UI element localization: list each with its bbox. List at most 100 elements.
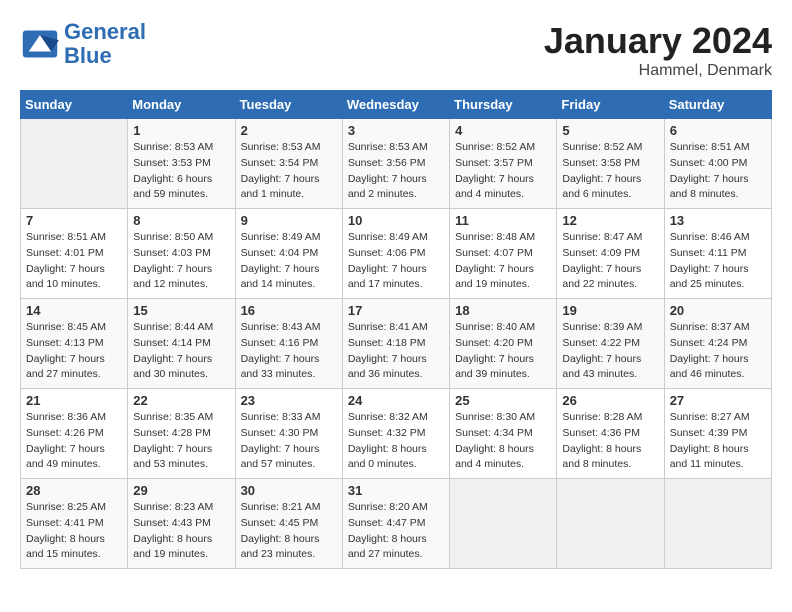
calendar-cell: 25 Sunrise: 8:30 AMSunset: 4:34 PMDayligh… <box>450 389 557 479</box>
day-info: Sunrise: 8:36 AMSunset: 4:26 PMDaylight:… <box>26 410 122 473</box>
calendar-week-row: 21 Sunrise: 8:36 AMSunset: 4:26 PMDayligh… <box>21 389 772 479</box>
calendar-cell: 31 Sunrise: 8:20 AMSunset: 4:47 PMDayligh… <box>342 479 449 569</box>
day-number: 8 <box>133 213 229 228</box>
title-block: January 2024 Hammel, Denmark <box>544 20 772 80</box>
calendar-cell: 6 Sunrise: 8:51 AMSunset: 4:00 PMDaylight… <box>664 119 771 209</box>
calendar-cell <box>557 479 664 569</box>
day-info: Sunrise: 8:52 AMSunset: 3:57 PMDaylight:… <box>455 140 551 203</box>
calendar-cell: 18Sunrise: 8:40 AMSunset: 4:20 PMDayligh… <box>450 299 557 389</box>
day-info: Sunrise: 8:53 AMSunset: 3:56 PMDaylight:… <box>348 140 444 203</box>
day-number: 27 <box>670 393 766 408</box>
calendar-week-row: 28 Sunrise: 8:25 AMSunset: 4:41 PMDayligh… <box>21 479 772 569</box>
calendar-cell: 5Sunrise: 8:52 AMSunset: 3:58 PMDaylight… <box>557 119 664 209</box>
logo: General Blue <box>20 20 146 68</box>
calendar-cell: 29 Sunrise: 8:23 AMSunset: 4:43 PMDayligh… <box>128 479 235 569</box>
day-info: Sunrise: 8:49 AMSunset: 4:04 PMDaylight:… <box>241 230 337 293</box>
day-number: 7 <box>26 213 122 228</box>
calendar-cell: 21 Sunrise: 8:36 AMSunset: 4:26 PMDayligh… <box>21 389 128 479</box>
day-number: 25 <box>455 393 551 408</box>
calendar-cell: 24 Sunrise: 8:32 AMSunset: 4:32 PMDayligh… <box>342 389 449 479</box>
calendar-cell: 19 Sunrise: 8:39 AMSunset: 4:22 PMDayligh… <box>557 299 664 389</box>
day-info: Sunrise: 8:39 AMSunset: 4:22 PMDaylight:… <box>562 320 658 383</box>
day-info: Sunrise: 8:51 AMSunset: 4:00 PMDaylight:… <box>670 140 766 203</box>
logo-text: General Blue <box>64 20 146 68</box>
calendar-cell <box>450 479 557 569</box>
day-info: Sunrise: 8:46 AMSunset: 4:11 PMDaylight:… <box>670 230 766 293</box>
logo-line1: General <box>64 19 146 44</box>
calendar-cell: 8 Sunrise: 8:50 AMSunset: 4:03 PMDaylight… <box>128 209 235 299</box>
day-number: 22 <box>133 393 229 408</box>
day-info: Sunrise: 8:20 AMSunset: 4:47 PMDaylight:… <box>348 500 444 563</box>
day-info: Sunrise: 8:50 AMSunset: 4:03 PMDaylight:… <box>133 230 229 293</box>
day-info: Sunrise: 8:41 AMSunset: 4:18 PMDaylight:… <box>348 320 444 383</box>
day-number: 9 <box>241 213 337 228</box>
calendar-week-row: 7 Sunrise: 8:51 AMSunset: 4:01 PMDaylight… <box>21 209 772 299</box>
weekday-header: Sunday <box>21 91 128 119</box>
day-number: 1 <box>133 123 229 138</box>
day-number: 18 <box>455 303 551 318</box>
day-number: 6 <box>670 123 766 138</box>
day-info: Sunrise: 8:53 AMSunset: 3:53 PMDaylight:… <box>133 140 229 203</box>
day-info: Sunrise: 8:47 AMSunset: 4:09 PMDaylight:… <box>562 230 658 293</box>
weekday-row: SundayMondayTuesdayWednesdayThursdayFrid… <box>21 91 772 119</box>
calendar-cell: 4Sunrise: 8:52 AMSunset: 3:57 PMDaylight… <box>450 119 557 209</box>
day-number: 3 <box>348 123 444 138</box>
calendar-cell: 3 Sunrise: 8:53 AMSunset: 3:56 PMDaylight… <box>342 119 449 209</box>
day-info: Sunrise: 8:25 AMSunset: 4:41 PMDaylight:… <box>26 500 122 563</box>
day-info: Sunrise: 8:44 AMSunset: 4:14 PMDaylight:… <box>133 320 229 383</box>
calendar-cell: 26Sunrise: 8:28 AMSunset: 4:36 PMDayligh… <box>557 389 664 479</box>
day-number: 13 <box>670 213 766 228</box>
day-number: 24 <box>348 393 444 408</box>
day-number: 28 <box>26 483 122 498</box>
day-info: Sunrise: 8:49 AMSunset: 4:06 PMDaylight:… <box>348 230 444 293</box>
day-info: Sunrise: 8:51 AMSunset: 4:01 PMDaylight:… <box>26 230 122 293</box>
day-number: 23 <box>241 393 337 408</box>
calendar-cell: 10Sunrise: 8:49 AMSunset: 4:06 PMDayligh… <box>342 209 449 299</box>
calendar-cell: 12 Sunrise: 8:47 AMSunset: 4:09 PMDayligh… <box>557 209 664 299</box>
day-info: Sunrise: 8:32 AMSunset: 4:32 PMDaylight:… <box>348 410 444 473</box>
day-number: 2 <box>241 123 337 138</box>
logo-line2: Blue <box>64 43 112 68</box>
day-number: 20 <box>670 303 766 318</box>
calendar-cell: 27Sunrise: 8:27 AMSunset: 4:39 PMDayligh… <box>664 389 771 479</box>
calendar-body: 1 Sunrise: 8:53 AMSunset: 3:53 PMDaylight… <box>21 119 772 569</box>
day-number: 31 <box>348 483 444 498</box>
month-title: January 2024 <box>544 20 772 62</box>
calendar-cell: 16 Sunrise: 8:43 AMSunset: 4:16 PMDayligh… <box>235 299 342 389</box>
calendar-cell: 22 Sunrise: 8:35 AMSunset: 4:28 PMDayligh… <box>128 389 235 479</box>
day-info: Sunrise: 8:23 AMSunset: 4:43 PMDaylight:… <box>133 500 229 563</box>
day-info: Sunrise: 8:33 AMSunset: 4:30 PMDaylight:… <box>241 410 337 473</box>
weekday-header: Thursday <box>450 91 557 119</box>
calendar-cell <box>664 479 771 569</box>
calendar-cell: 7 Sunrise: 8:51 AMSunset: 4:01 PMDaylight… <box>21 209 128 299</box>
day-number: 11 <box>455 213 551 228</box>
day-number: 14 <box>26 303 122 318</box>
day-number: 16 <box>241 303 337 318</box>
calendar-cell: 15Sunrise: 8:44 AMSunset: 4:14 PMDayligh… <box>128 299 235 389</box>
day-number: 19 <box>562 303 658 318</box>
logo-icon <box>20 29 60 59</box>
page-header: General Blue January 2024 Hammel, Denmar… <box>20 20 772 80</box>
day-number: 17 <box>348 303 444 318</box>
day-info: Sunrise: 8:53 AMSunset: 3:54 PMDaylight:… <box>241 140 337 203</box>
day-number: 12 <box>562 213 658 228</box>
weekday-header: Saturday <box>664 91 771 119</box>
day-number: 29 <box>133 483 229 498</box>
weekday-header: Friday <box>557 91 664 119</box>
weekday-header: Wednesday <box>342 91 449 119</box>
day-info: Sunrise: 8:43 AMSunset: 4:16 PMDaylight:… <box>241 320 337 383</box>
day-number: 26 <box>562 393 658 408</box>
day-info: Sunrise: 8:52 AMSunset: 3:58 PMDaylight:… <box>562 140 658 203</box>
day-info: Sunrise: 8:48 AMSunset: 4:07 PMDaylight:… <box>455 230 551 293</box>
calendar-header: SundayMondayTuesdayWednesdayThursdayFrid… <box>21 91 772 119</box>
calendar-cell: 9 Sunrise: 8:49 AMSunset: 4:04 PMDaylight… <box>235 209 342 299</box>
calendar-cell: 28 Sunrise: 8:25 AMSunset: 4:41 PMDayligh… <box>21 479 128 569</box>
calendar-cell: 1 Sunrise: 8:53 AMSunset: 3:53 PMDaylight… <box>128 119 235 209</box>
location: Hammel, Denmark <box>544 62 772 80</box>
day-info: Sunrise: 8:30 AMSunset: 4:34 PMDaylight:… <box>455 410 551 473</box>
day-number: 21 <box>26 393 122 408</box>
day-info: Sunrise: 8:35 AMSunset: 4:28 PMDaylight:… <box>133 410 229 473</box>
calendar-table: SundayMondayTuesdayWednesdayThursdayFrid… <box>20 90 772 569</box>
day-info: Sunrise: 8:45 AMSunset: 4:13 PMDaylight:… <box>26 320 122 383</box>
weekday-header: Tuesday <box>235 91 342 119</box>
